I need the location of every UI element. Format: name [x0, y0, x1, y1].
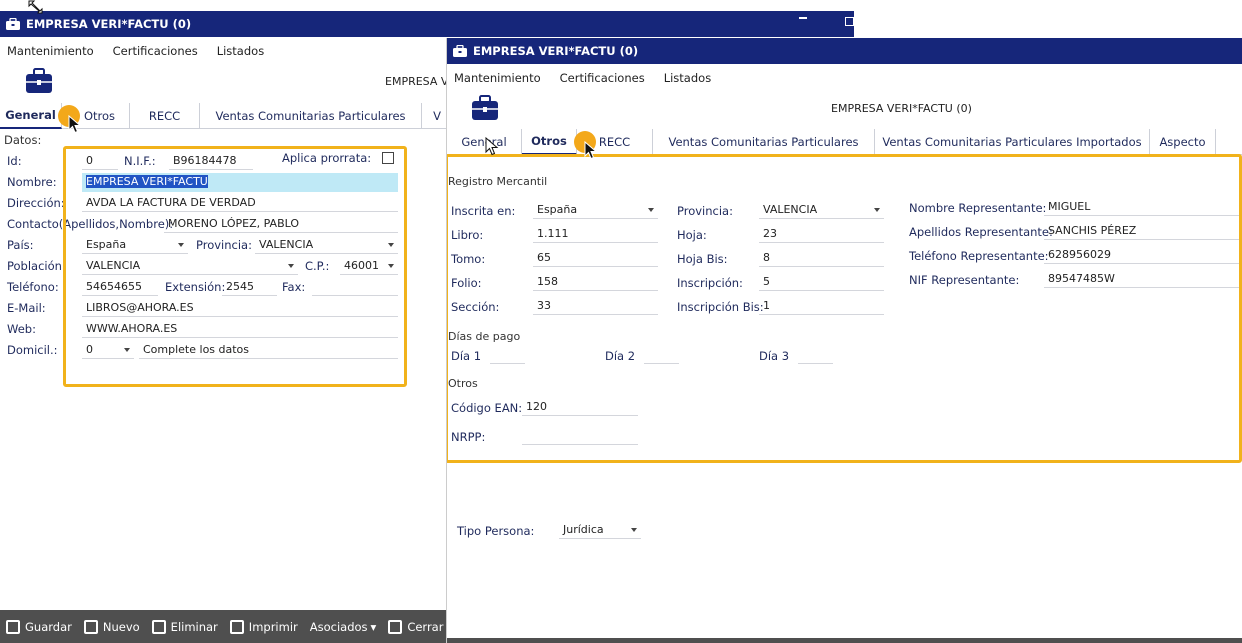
- asociados-label: Asociados: [309, 619, 368, 634]
- tipo-persona-value: Jurídica: [563, 523, 604, 536]
- back-titlebar: EMPRESA VERI*FACTU (0): [0, 11, 854, 37]
- id-label: Id:: [7, 154, 22, 168]
- web-label: Web:: [7, 322, 36, 336]
- front-window: EMPRESA VERI*FACTU (0) Mantenimiento Cer…: [447, 38, 1242, 643]
- tipo-persona-label: Tipo Persona:: [457, 524, 535, 538]
- exit-icon: [388, 619, 403, 634]
- tipo-persona-select[interactable]: Jurídica: [559, 522, 641, 539]
- company-logo-icon: [472, 95, 498, 124]
- tab-ventas-comunitarias[interactable]: Ventas Comunitarias Particulares: [653, 129, 875, 155]
- menu-certificaciones[interactable]: Certificaciones: [113, 44, 198, 58]
- menu-listados[interactable]: Listados: [217, 44, 264, 58]
- menu-mantenimiento[interactable]: Mantenimiento: [7, 44, 94, 58]
- chevron-down-icon: ▾: [370, 619, 377, 634]
- front-bottom-bar: [447, 638, 1242, 643]
- save-icon: [6, 619, 20, 634]
- briefcase-icon: [453, 44, 467, 57]
- eliminar-button[interactable]: Eliminar: [151, 619, 218, 634]
- minimize-button[interactable]: [799, 17, 807, 19]
- menu-certificaciones[interactable]: Certificaciones: [560, 71, 645, 85]
- new-document-icon: [83, 619, 98, 634]
- company-logo-icon: [26, 68, 52, 97]
- otros-highlight-box: [447, 154, 1242, 463]
- front-tabs: General Otros RECC Ventas Comunitarias P…: [447, 129, 1242, 155]
- tab-aspecto[interactable]: Aspecto: [1150, 129, 1216, 155]
- back-toolbar: Guardar Nuevo Eliminar Imprimir Asociado…: [0, 610, 447, 643]
- nombre-label: Nombre:: [7, 175, 57, 189]
- front-menubar: Mantenimiento Certificaciones Listados: [447, 66, 1242, 90]
- imprimir-label: Imprimir: [248, 619, 298, 634]
- trash-icon: [151, 619, 166, 634]
- guardar-button[interactable]: Guardar: [6, 619, 72, 634]
- domicil-label: Domicil.:: [7, 343, 58, 357]
- cursor-pointer-icon: [68, 114, 82, 138]
- tab-ventas-comunitarias[interactable]: Ventas Comunitarias Particulares: [200, 103, 422, 129]
- nuevo-label: Nuevo: [102, 619, 140, 634]
- poblacion-label: Población:: [7, 259, 66, 273]
- asociados-button[interactable]: Asociados ▾: [310, 620, 377, 634]
- menu-mantenimiento[interactable]: Mantenimiento: [454, 71, 541, 85]
- printer-icon: [229, 619, 244, 634]
- back-header-text: EMPRESA V: [385, 75, 449, 88]
- cerrar-label: Cerrar: [407, 619, 444, 634]
- chevron-down-icon: [631, 528, 637, 532]
- front-header-text: EMPRESA VERI*FACTU (0): [831, 102, 972, 115]
- resize-cursor-icon: [28, 0, 44, 17]
- eliminar-label: Eliminar: [170, 619, 218, 634]
- front-window-title: EMPRESA VERI*FACTU (0): [473, 44, 639, 58]
- cursor-outline-icon: [485, 136, 499, 160]
- direccion-label: Dirección:: [7, 196, 65, 210]
- telefono-label: Teléfono:: [7, 280, 59, 294]
- maximize-button[interactable]: [845, 17, 854, 26]
- front-titlebar: EMPRESA VERI*FACTU (0): [447, 38, 1242, 64]
- email-label: E-Mail:: [7, 301, 46, 315]
- general-highlight-box: [63, 146, 407, 387]
- cursor-pointer-icon: [584, 140, 598, 164]
- menu-listados[interactable]: Listados: [664, 71, 711, 85]
- back-window-title: EMPRESA VERI*FACTU (0): [26, 17, 192, 31]
- imprimir-button[interactable]: Imprimir: [229, 619, 298, 634]
- datos-section-label: Datos:: [4, 133, 42, 147]
- nuevo-button[interactable]: Nuevo: [83, 619, 140, 634]
- guardar-label: Guardar: [25, 619, 72, 634]
- tab-general[interactable]: General: [0, 103, 62, 129]
- briefcase-icon: [6, 17, 20, 30]
- tab-recc[interactable]: RECC: [130, 103, 200, 129]
- pais-label: País:: [7, 238, 34, 252]
- tab-otros[interactable]: Otros: [522, 129, 577, 155]
- cerrar-button[interactable]: Cerrar: [388, 619, 444, 634]
- tab-ventas-importados[interactable]: Ventas Comunitarias Particulares Importa…: [875, 129, 1150, 155]
